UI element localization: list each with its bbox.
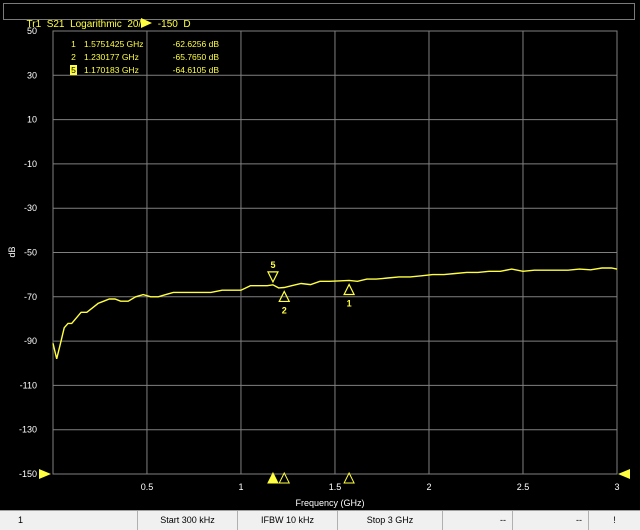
y-axis-label: dB (7, 246, 17, 257)
marker-table-value: -62.6256 dB (173, 39, 220, 49)
status-stop-frequency[interactable]: Stop 3 GHz (338, 511, 443, 530)
reference-level-left-icon (39, 469, 51, 479)
marker-table-frequency: 1.170183 GHz (84, 65, 139, 75)
marker-table: 1 1.5751425 GHz -62.6256 dB 2 1.230177 GHz -6… (70, 39, 219, 75)
marker-1-icon (343, 283, 356, 296)
y-tick-label: -110 (20, 380, 37, 390)
x-tick-label: 2.5 (517, 482, 530, 492)
y-tick-label: -130 (19, 425, 37, 435)
marker-table-frequency: 1.230177 GHz (84, 52, 139, 62)
marker-table-index: 1 (71, 39, 76, 49)
marker-2-label: 2 (282, 305, 287, 315)
y-tick-label: -50 (24, 248, 37, 258)
status-channel[interactable]: 1 (0, 511, 138, 530)
vna-display: Tr1 S21 Logarithmic 20/ -150 D 50 30 10 -10… (0, 0, 640, 530)
x-tick-label: 1.5 (329, 482, 342, 492)
x-tick-label: 3 (614, 482, 619, 492)
reference-level-right-icon (618, 469, 630, 479)
y-tick-label: 30 (27, 70, 37, 80)
marker-table-frequency: 1.5751425 GHz (84, 39, 144, 49)
marker-table-index: 2 (71, 52, 76, 62)
y-tick-label: -90 (24, 336, 37, 346)
grid-layer (52, 30, 618, 475)
marker-table-value: -65.7650 dB (173, 52, 220, 62)
marker-5-icon (266, 271, 279, 284)
y-tick-label: -150 (19, 469, 37, 479)
status-ifbw[interactable]: IFBW 10 kHz (238, 511, 338, 530)
status-field-2[interactable]: -- (513, 511, 589, 530)
y-tick-label: 10 (27, 115, 37, 125)
x-tick-label: 2 (426, 482, 431, 492)
status-field-1[interactable]: -- (443, 511, 513, 530)
status-field-3[interactable]: ! (589, 511, 640, 530)
y-tick-label: 50 (27, 26, 37, 36)
marker-table-value: -64.6105 dB (173, 65, 220, 75)
x-axis-label: Frequency (GHz) (295, 498, 364, 508)
y-tick-label: -10 (24, 159, 37, 169)
plot-area[interactable]: 50 30 10 -10 -30 -50 -70 -90 -110 -130 -150 0.5 1 1.5… (0, 0, 640, 510)
marker-table-index: 5 (71, 65, 76, 75)
marker-5-label: 5 (270, 260, 275, 270)
x-tick-label: 1 (238, 482, 243, 492)
marker-1-label: 1 (347, 298, 352, 308)
status-bar: 1 Start 300 kHz IFBW 10 kHz Stop 3 GHz -… (0, 510, 640, 530)
y-tick-label: -30 (24, 203, 37, 213)
tick-label-layer: 50 30 10 -10 -30 -50 -70 -90 -110 -130 -150 0.5 1 1.5… (19, 26, 620, 492)
x-tick-label: 0.5 (141, 482, 154, 492)
status-start-frequency[interactable]: Start 300 kHz (138, 511, 238, 530)
y-tick-label: -70 (24, 292, 37, 302)
